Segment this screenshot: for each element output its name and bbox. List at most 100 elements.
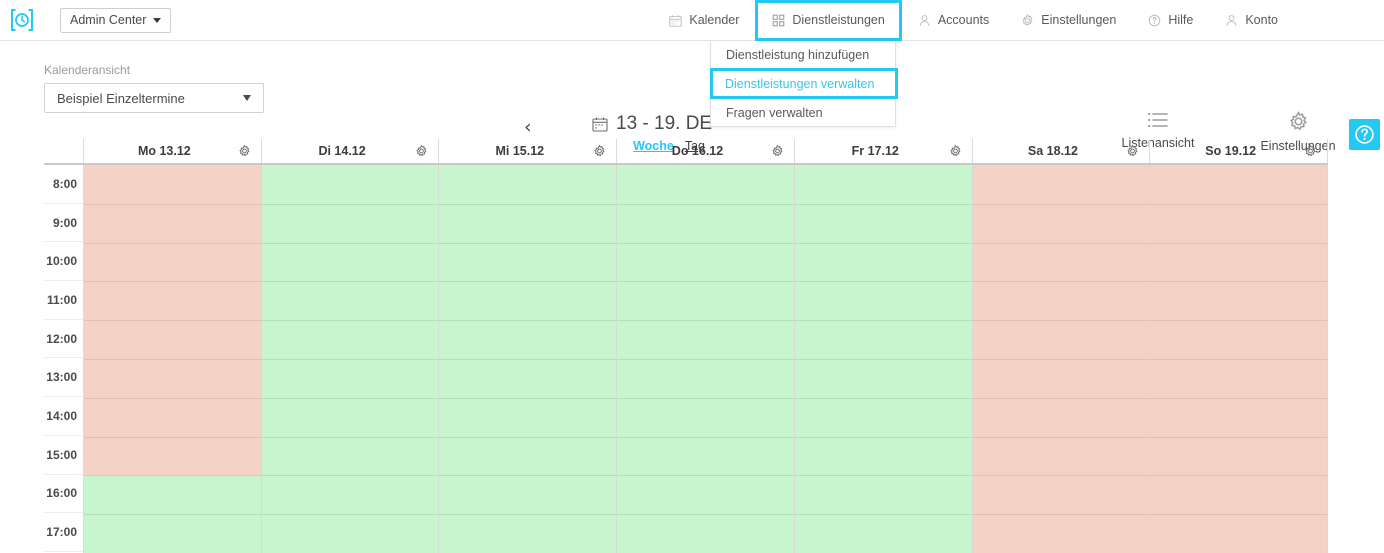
calendar-view-value: Beispiel Einzeltermine xyxy=(57,90,185,106)
hour-gridline xyxy=(794,436,972,438)
calendar-icon xyxy=(669,14,683,27)
calendar-view-select[interactable]: Beispiel Einzeltermine xyxy=(44,83,264,113)
hour-gridline xyxy=(439,203,617,205)
hour-gridline xyxy=(261,397,439,399)
day-header-label: Di 14.12 xyxy=(318,144,366,158)
hour-gridline xyxy=(794,359,972,360)
day-settings-gear-icon[interactable] xyxy=(238,144,251,158)
question-icon xyxy=(1148,14,1161,27)
day-settings-gear-icon[interactable] xyxy=(1304,144,1317,158)
hour-gridline xyxy=(261,359,439,360)
hour-gridline xyxy=(84,281,261,283)
app-logo[interactable] xyxy=(0,0,44,41)
menu-item-dienstleistung-hinzufuegen[interactable]: Dienstleistung hinzufügen xyxy=(711,41,895,68)
day-settings-gear-icon[interactable] xyxy=(1126,144,1139,158)
nav-item-konto[interactable]: Konto xyxy=(1209,0,1294,41)
gear-icon xyxy=(1288,111,1309,132)
day-column-mi[interactable] xyxy=(439,165,618,553)
time-gutter-header xyxy=(44,139,84,163)
calendar-body: 8:00 9:00 10:00 11:00 12:00 13:00 14:00 … xyxy=(44,165,1329,553)
hour-gridline xyxy=(617,475,794,477)
hour-gridline xyxy=(794,320,972,322)
list-icon xyxy=(1147,111,1169,129)
clock-bracket-logo-icon xyxy=(11,9,33,31)
hour-gridline xyxy=(972,397,1150,399)
menu-item-dienstleistungen-verwalten[interactable]: Dienstleistungen verwalten xyxy=(710,68,898,99)
hour-gridline xyxy=(617,203,794,205)
day-column-sa[interactable] xyxy=(972,165,1151,553)
hour-gridline xyxy=(84,242,261,244)
nav-item-kalender[interactable]: Kalender xyxy=(653,0,755,41)
admin-center-dropdown[interactable]: Admin Center xyxy=(60,7,172,33)
hour-gridline xyxy=(972,203,1150,205)
time-label: 17:00 xyxy=(44,513,83,552)
nav-item-einstellungen[interactable]: Einstellungen xyxy=(1005,0,1132,41)
hour-gridline xyxy=(439,475,617,477)
hour-gridline xyxy=(84,436,261,438)
chevron-down-icon xyxy=(243,95,251,101)
date-range-title: 13 - 19. DE xyxy=(592,113,712,135)
day-settings-gear-icon[interactable] xyxy=(593,144,606,158)
hour-gridline xyxy=(972,320,1150,322)
nav-label-hilfe: Hilfe xyxy=(1168,13,1194,27)
hour-gridline xyxy=(84,203,261,205)
day-header-sa: Sa 18.12 xyxy=(973,139,1151,163)
day-header-mi: Mi 15.12 xyxy=(439,139,618,163)
hour-gridline xyxy=(84,475,261,477)
hour-gridline xyxy=(439,514,617,516)
calendar-header-row: Mo 13.12 Di 14.12 Mi 15.12 Do 16.12 Fr 1… xyxy=(44,139,1329,165)
calendar-controls-bar: Kalenderansicht Beispiel Einzeltermine ‹… xyxy=(0,41,1384,153)
hour-gridline xyxy=(439,281,617,283)
hour-gridline xyxy=(261,320,439,322)
menu-item-label: Dienstleistungen verwalten xyxy=(725,76,875,91)
hour-gridline xyxy=(972,281,1150,283)
hour-gridline xyxy=(972,359,1150,360)
hour-gridline xyxy=(1150,436,1328,438)
hour-gridline xyxy=(261,242,439,244)
time-label: 11:00 xyxy=(44,281,83,320)
hour-gridline xyxy=(617,436,794,438)
hour-gridline xyxy=(84,397,261,399)
day-settings-gear-icon[interactable] xyxy=(415,144,428,158)
question-circle-icon xyxy=(1355,125,1374,144)
day-header-di: Di 14.12 xyxy=(262,139,440,163)
hour-gridline xyxy=(972,242,1150,244)
day-header-so: So 19.12 xyxy=(1150,139,1329,163)
hour-gridline xyxy=(794,203,972,205)
hour-gridline xyxy=(84,320,261,322)
day-column-so[interactable] xyxy=(1150,165,1329,553)
nav-item-dienstleistungen[interactable]: Dienstleistungen xyxy=(755,0,902,41)
hour-gridline xyxy=(617,359,794,360)
day-header-mo: Mo 13.12 xyxy=(84,139,262,163)
menu-item-label: Dienstleistung hinzufügen xyxy=(726,47,870,62)
day-column-do[interactable] xyxy=(617,165,795,553)
menu-item-fragen-verwalten[interactable]: Fragen verwalten xyxy=(711,99,895,126)
nav-label-konto: Konto xyxy=(1245,13,1278,27)
hour-gridline xyxy=(794,397,972,399)
time-label: 16:00 xyxy=(44,475,83,514)
help-button[interactable] xyxy=(1349,119,1380,150)
day-header-fr: Fr 17.12 xyxy=(795,139,973,163)
nav-item-accounts[interactable]: Accounts xyxy=(902,0,1005,41)
day-header-label: Mo 13.12 xyxy=(137,144,191,158)
calendar-view-label: Kalenderansicht xyxy=(44,63,131,77)
hour-gridline xyxy=(617,397,794,399)
previous-week-button[interactable]: ‹ xyxy=(524,118,532,137)
grid-icon xyxy=(772,14,785,27)
date-range-text: 13 - 19. DE xyxy=(616,113,713,134)
hour-gridline xyxy=(261,203,439,205)
hour-gridline xyxy=(617,320,794,322)
day-column-fr[interactable] xyxy=(794,165,973,553)
day-column-di[interactable] xyxy=(261,165,440,553)
day-header-label: Sa 18.12 xyxy=(1027,144,1078,158)
hour-gridline xyxy=(84,359,261,360)
hour-gridline xyxy=(1150,203,1328,205)
nav-item-hilfe[interactable]: Hilfe xyxy=(1132,0,1209,41)
hour-gridline xyxy=(617,514,794,516)
top-navigation-bar: Admin Center Kalender Dienstleistungen A… xyxy=(0,0,1384,41)
day-column-mo[interactable] xyxy=(84,165,262,553)
day-settings-gear-icon[interactable] xyxy=(771,144,784,158)
day-settings-gear-icon[interactable] xyxy=(949,144,962,158)
time-label: 13:00 xyxy=(44,358,83,398)
time-label: 14:00 xyxy=(44,397,83,436)
